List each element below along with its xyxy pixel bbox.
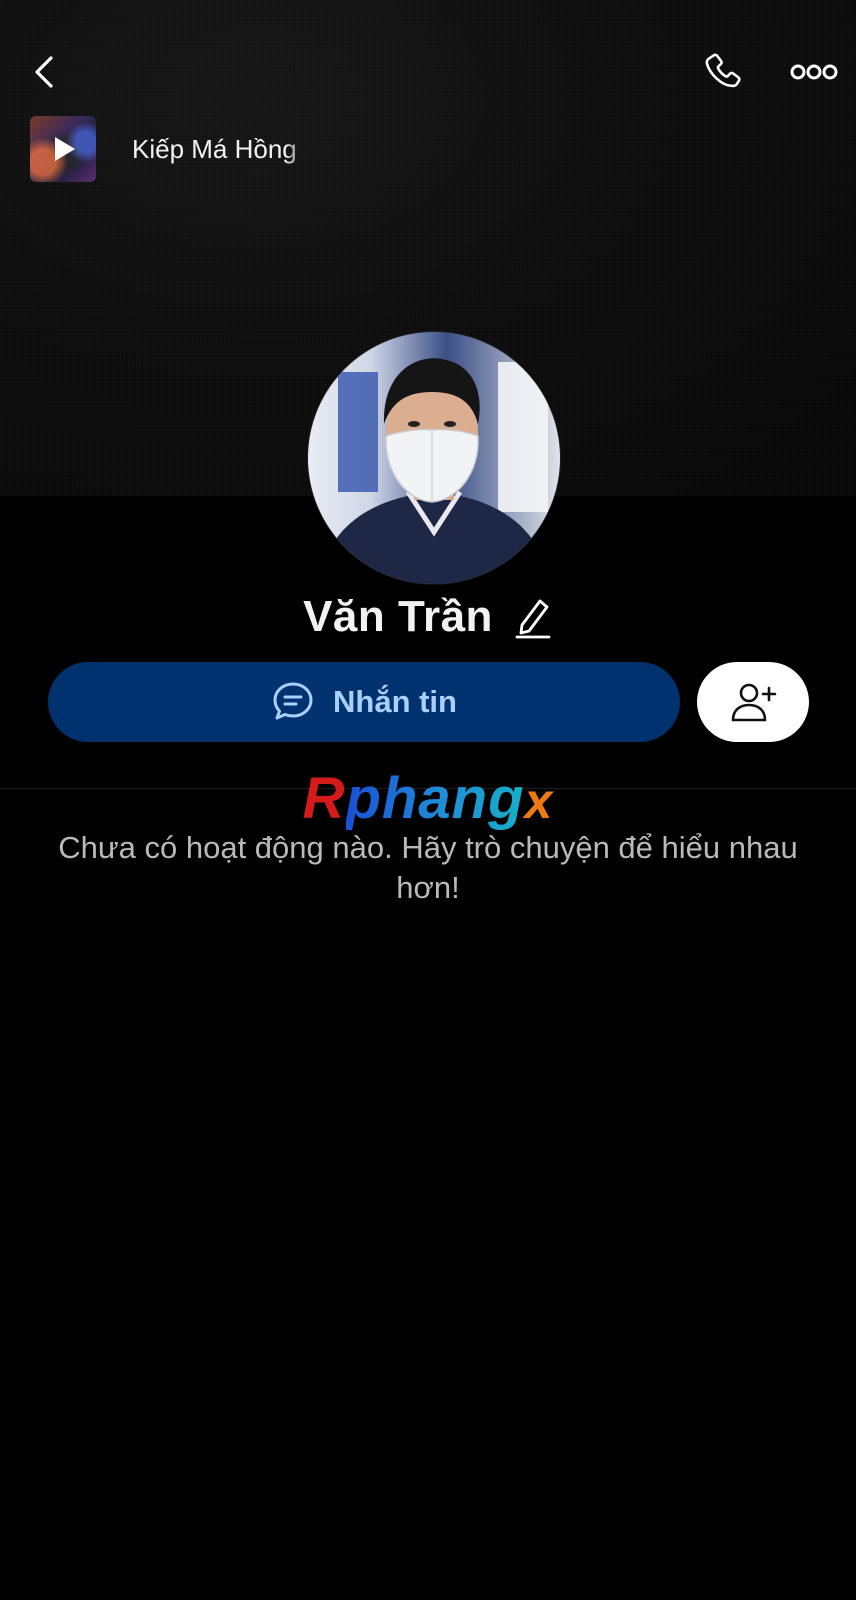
profile-screen: Kiếp Má Hồng Văn Trần Nhắn tin Rphangx C…	[0, 0, 856, 1600]
message-button[interactable]: Nhắn tin	[48, 662, 680, 742]
watermark-x: x	[524, 773, 554, 829]
avatar[interactable]	[308, 332, 560, 584]
empty-activity-text: Chưa có hoạt động nào. Hãy trò chuyện để…	[58, 830, 798, 905]
music-thumbnail[interactable]	[30, 116, 96, 182]
watermark-r: R	[302, 766, 346, 831]
add-friend-icon	[731, 683, 777, 722]
play-icon	[55, 137, 75, 161]
name-row: Văn Trần	[0, 592, 856, 642]
message-button-label: Nhắn tin	[333, 684, 457, 719]
chevron-left-icon	[35, 56, 53, 88]
edit-name-button[interactable]	[513, 595, 553, 639]
profile-music[interactable]: Kiếp Má Hồng	[30, 116, 312, 182]
music-title: Kiếp Má Hồng	[132, 133, 297, 164]
profile-name: Văn Trần	[303, 592, 493, 641]
chat-bubble-icon	[273, 682, 313, 720]
avatar-photo	[308, 332, 560, 584]
phone-icon	[705, 53, 741, 88]
add-friend-button[interactable]	[697, 662, 809, 742]
watermark-logo: Rphangx	[0, 764, 856, 836]
back-button[interactable]	[22, 50, 66, 94]
more-dots-icon	[790, 64, 838, 80]
more-options-button[interactable]	[786, 52, 842, 92]
call-button[interactable]	[700, 48, 748, 96]
watermark-phang: phang	[345, 766, 525, 831]
pencil-icon	[515, 599, 551, 639]
